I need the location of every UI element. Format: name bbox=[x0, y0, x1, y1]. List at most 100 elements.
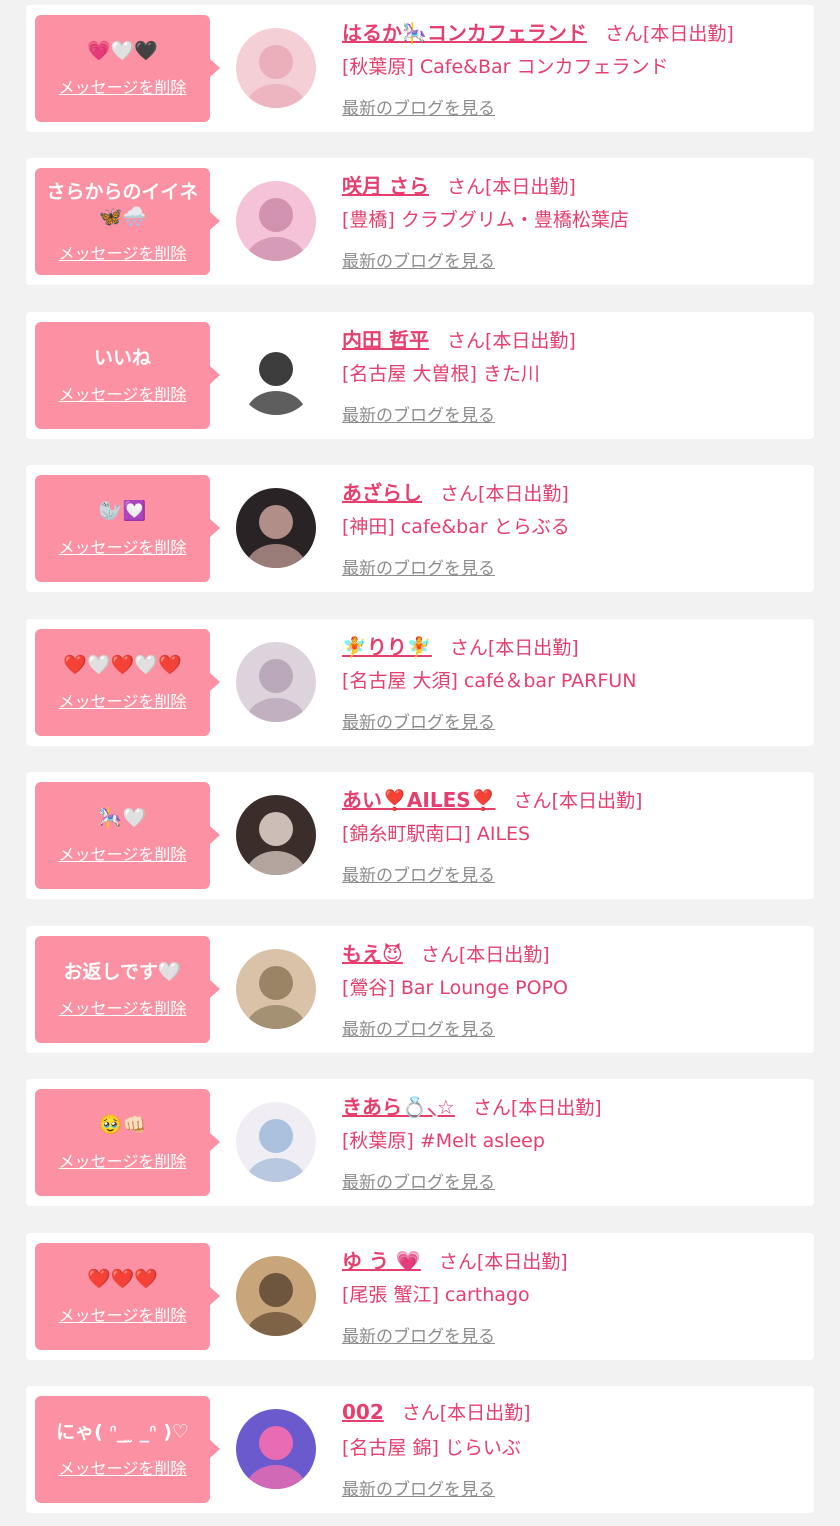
cast-info: ゆ う 💗 さん [本日出勤] [尾張 蟹江] carthago 最新のブログを見… bbox=[342, 1245, 804, 1347]
honorific: さん bbox=[401, 1402, 440, 1424]
list-item: いいね メッセージを削除 内田 哲平 さん [本日出勤] [名古屋 大曽根] きた… bbox=[26, 312, 814, 439]
status-badge: [本日出勤] bbox=[510, 1097, 602, 1119]
latest-blog-link[interactable]: 最新のブログを見る bbox=[342, 1015, 495, 1040]
list-item: お返しです🤍 メッセージを削除 もえ😈 さん [本日出勤] [鶯谷] Bar Lo… bbox=[26, 926, 814, 1053]
cast-info: あい❣️AILES❣️ さん [本日出勤] [錦糸町駅南口] AILES 最新のブ… bbox=[342, 784, 804, 886]
delete-message-link[interactable]: メッセージを削除 bbox=[59, 381, 187, 405]
delete-message-link[interactable]: メッセージを削除 bbox=[59, 74, 187, 98]
message-bubble: 🦭💟 メッセージを削除 bbox=[35, 475, 220, 582]
name-line: はるか🎠コンカフェランド さん [本日出勤] bbox=[342, 17, 804, 47]
avatar[interactable] bbox=[236, 1409, 316, 1489]
message-list: 💗🤍🖤 メッセージを削除 はるか🎠コンカフェランド さん [本日出勤] [秋葉原]… bbox=[0, 0, 840, 1526]
message-bubble: 🎠🤍 メッセージを削除 bbox=[35, 782, 220, 889]
status-badge: [本日出勤] bbox=[484, 330, 576, 352]
honorific: さん bbox=[438, 1251, 477, 1273]
shop-label: [鶯谷] Bar Lounge POPO bbox=[342, 977, 568, 999]
honorific: さん bbox=[420, 944, 459, 966]
cast-name-link[interactable]: あい❣️AILES❣️ bbox=[342, 784, 496, 813]
latest-blog-link[interactable]: 最新のブログを見る bbox=[342, 708, 495, 733]
honorific: さん bbox=[472, 1097, 511, 1119]
delete-message-link[interactable]: メッセージを削除 bbox=[59, 841, 187, 865]
delete-message-link[interactable]: メッセージを削除 bbox=[59, 688, 187, 712]
shop-label: [神田] cafe&bar とらぶる bbox=[342, 516, 570, 538]
delete-message-link[interactable]: メッセージを削除 bbox=[59, 995, 187, 1019]
status-badge: [本日出勤] bbox=[487, 637, 579, 659]
cast-name-link[interactable]: きあら💍⸜☆ bbox=[342, 1091, 455, 1120]
message-bubble: お返しです🤍 メッセージを削除 bbox=[35, 936, 220, 1043]
cast-info: あざらし さん [本日出勤] [神田] cafe&bar とらぶる 最新のブログを… bbox=[342, 477, 804, 579]
latest-blog-link[interactable]: 最新のブログを見る bbox=[342, 247, 495, 272]
list-item: ❤️🤍❤️🤍❤️ メッセージを削除 🧚りり🧚 さん [本日出勤] [名古屋 大須]… bbox=[26, 619, 814, 746]
shop-label: [豊橋] クラブグリム・豊橋松葉店 bbox=[342, 209, 629, 231]
name-line: 002 さん [本日出勤] bbox=[342, 1398, 804, 1428]
status-badge: [本日出勤] bbox=[551, 790, 643, 812]
name-line: 内田 哲平 さん [本日出勤] bbox=[342, 324, 804, 354]
message-text: 🦭💟 bbox=[98, 500, 147, 522]
avatar[interactable] bbox=[236, 181, 316, 261]
delete-message-link[interactable]: メッセージを削除 bbox=[59, 1148, 187, 1172]
latest-blog-link[interactable]: 最新のブログを見る bbox=[342, 1322, 495, 1347]
latest-blog-link[interactable]: 最新のブログを見る bbox=[342, 1475, 495, 1500]
cast-name-link[interactable]: あざらし bbox=[342, 477, 422, 506]
status-badge: [本日出勤] bbox=[458, 944, 550, 966]
delete-message-link[interactable]: メッセージを削除 bbox=[59, 1455, 187, 1479]
message-bubble: 💗🤍🖤 メッセージを削除 bbox=[35, 15, 220, 122]
message-text: にゃ( ᐢ_ ̫ _ᐢ )♡ bbox=[56, 1421, 189, 1443]
latest-blog-link[interactable]: 最新のブログを見る bbox=[342, 554, 495, 579]
avatar[interactable] bbox=[236, 795, 316, 875]
cast-info: はるか🎠コンカフェランド さん [本日出勤] [秋葉原] Cafe&Bar コンカ… bbox=[342, 17, 804, 119]
list-item: さらからのイイネ🦋🌨️ メッセージを削除 咲月 さら さん [本日出勤] [豊橋]… bbox=[26, 158, 814, 285]
avatar[interactable] bbox=[236, 488, 316, 568]
avatar-image bbox=[236, 488, 316, 568]
latest-blog-link[interactable]: 最新のブログを見る bbox=[342, 401, 495, 426]
latest-blog-link[interactable]: 最新のブログを見る bbox=[342, 1168, 495, 1193]
avatar[interactable] bbox=[236, 949, 316, 1029]
delete-message-link[interactable]: メッセージを削除 bbox=[59, 240, 187, 264]
status-badge: [本日出勤] bbox=[439, 1402, 531, 1424]
shop-label: [名古屋 大須] café＆bar PARFUN bbox=[342, 670, 637, 692]
name-line: あざらし さん [本日出勤] bbox=[342, 477, 804, 507]
cast-name-link[interactable]: 咲月 さら bbox=[342, 170, 429, 199]
avatar[interactable] bbox=[236, 642, 316, 722]
cast-info: 内田 哲平 さん [本日出勤] [名古屋 大曽根] きた川 最新のブログを見る bbox=[342, 324, 804, 426]
avatar[interactable] bbox=[236, 335, 316, 415]
honorific: さん bbox=[446, 330, 485, 352]
avatar[interactable] bbox=[236, 1102, 316, 1182]
avatar-image bbox=[236, 1256, 316, 1336]
message-text: 🥹👊🏻 bbox=[98, 1114, 147, 1136]
cast-name-link[interactable]: はるか🎠コンカフェランド bbox=[342, 17, 587, 46]
name-line: あい❣️AILES❣️ さん [本日出勤] bbox=[342, 784, 804, 814]
message-bubble: さらからのイイネ🦋🌨️ メッセージを削除 bbox=[35, 168, 220, 275]
avatar-image bbox=[236, 1409, 316, 1489]
cast-name-link[interactable]: 🧚りり🧚 bbox=[342, 631, 432, 660]
name-line: 咲月 さら さん [本日出勤] bbox=[342, 170, 804, 200]
name-line: もえ😈 さん [本日出勤] bbox=[342, 938, 804, 968]
shop-label: [錦糸町駅南口] AILES bbox=[342, 823, 531, 845]
cast-info: 002 さん [本日出勤] [名古屋 錦] じらいぶ 最新のブログを見る bbox=[342, 1398, 804, 1500]
cast-name-link[interactable]: 内田 哲平 bbox=[342, 324, 429, 353]
latest-blog-link[interactable]: 最新のブログを見る bbox=[342, 94, 495, 119]
name-line: ゆ う 💗 さん [本日出勤] bbox=[342, 1245, 804, 1275]
status-badge: [本日出勤] bbox=[478, 483, 569, 505]
message-text: さらからのイイネ🦋🌨️ bbox=[46, 180, 199, 228]
message-text: ❤️🤍❤️🤍❤️ bbox=[63, 654, 182, 676]
delete-message-link[interactable]: メッセージを削除 bbox=[59, 1302, 187, 1326]
name-line: 🧚りり🧚 さん [本日出勤] bbox=[342, 631, 804, 661]
status-badge: [本日出勤] bbox=[484, 176, 576, 198]
avatar-image bbox=[236, 335, 316, 415]
cast-info: もえ😈 さん [本日出勤] [鶯谷] Bar Lounge POPO 最新のブログ… bbox=[342, 938, 804, 1040]
avatar-image bbox=[236, 181, 316, 261]
avatar-image bbox=[236, 28, 316, 108]
avatar[interactable] bbox=[236, 1256, 316, 1336]
cast-name-link[interactable]: ゆ う 💗 bbox=[342, 1245, 421, 1274]
list-item: 🦭💟 メッセージを削除 あざらし さん [本日出勤] [神田] cafe&bar … bbox=[26, 465, 814, 592]
status-badge: [本日出勤] bbox=[476, 1251, 568, 1273]
message-text: 🎠🤍 bbox=[98, 807, 147, 829]
delete-message-link[interactable]: メッセージを削除 bbox=[59, 534, 187, 558]
status-badge: [本日出勤] bbox=[642, 23, 734, 45]
cast-name-link[interactable]: もえ😈 bbox=[342, 938, 403, 967]
latest-blog-link[interactable]: 最新のブログを見る bbox=[342, 861, 495, 886]
cast-name-link[interactable]: 002 bbox=[342, 1400, 384, 1424]
avatar[interactable] bbox=[236, 28, 316, 108]
avatar-image bbox=[236, 1102, 316, 1182]
